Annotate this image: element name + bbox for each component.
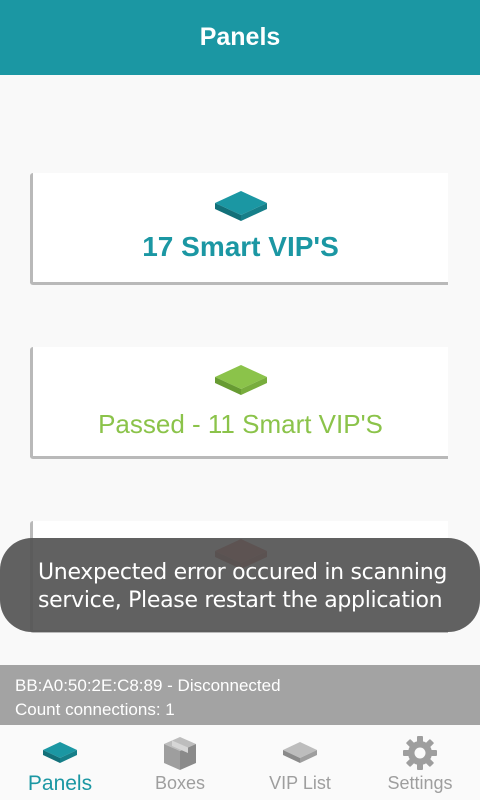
nav-item-panels[interactable]: Panels [0, 725, 120, 800]
app-bar: Panels [0, 0, 480, 75]
nav-item-boxes[interactable]: Boxes [120, 725, 240, 800]
box-icon [160, 733, 200, 773]
device-status: BB:A0:50:2E:C8:89 - Disconnected [15, 676, 281, 695]
nav-label: Boxes [154, 773, 206, 793]
nav-label: Panels [27, 772, 93, 795]
toast-line: service, Please restart the application [38, 588, 443, 613]
error-toast: Unexpected error occured in scanning ser… [0, 538, 480, 632]
panel-icon [40, 733, 80, 773]
card-passed-vips[interactable]: Passed - 11 Smart VIP'S [30, 347, 448, 459]
connection-status: BB:A0:50:2E:C8:89 - Disconnected Count c… [0, 665, 480, 725]
card-total-vips[interactable]: 17 Smart VIP'S [30, 173, 448, 285]
card-label: 17 Smart VIP'S [142, 231, 339, 262]
nav-label: Settings [387, 773, 453, 793]
panel-icon [213, 189, 269, 228]
panel-icon [213, 363, 269, 402]
page-title: Panels [199, 23, 281, 51]
nav-item-settings[interactable]: Settings [360, 725, 480, 800]
nav-item-vip-list[interactable]: VIP List [240, 725, 360, 800]
card-label: Passed - 11 Smart VIP'S [98, 409, 383, 439]
toast-line: Unexpected error occured in scanning [38, 560, 448, 585]
panel-icon [280, 733, 320, 773]
connection-count: Count connections: 1 [15, 700, 175, 719]
bottom-navigation: Panels Boxes VIP List Settings [0, 725, 480, 800]
nav-label: VIP List [269, 773, 331, 793]
gear-icon [400, 733, 440, 773]
